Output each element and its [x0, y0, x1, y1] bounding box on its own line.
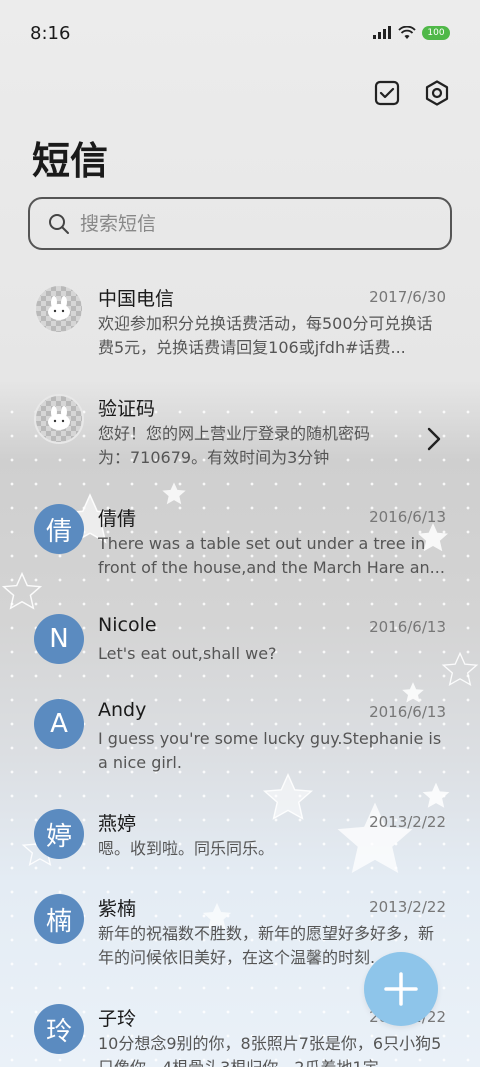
plus-icon	[384, 972, 418, 1006]
conversation-date: 2016/6/13	[369, 703, 446, 721]
conversation-item[interactable]: A Andy 2016/6/13 I guess you're some luc…	[0, 687, 480, 787]
conversation-name: Andy	[98, 699, 147, 721]
conversation-name: 倩倩	[98, 508, 137, 530]
bunny-avatar-icon	[48, 296, 70, 320]
battery-icon: 100	[422, 26, 450, 40]
conversation-date: 2013/2/22	[369, 813, 446, 831]
battery-level: 100	[427, 28, 445, 38]
conversation-preview: 欢迎参加积分兑换话费活动，每500分可兑换话费5元，兑换话费请回复106或jfd…	[98, 314, 433, 357]
avatar: 玲	[34, 1004, 84, 1054]
conversation-preview: 10分想念9别的你，8张照片7张是你，6只小狗5只像你，4根骨头3根归你，2瓜着…	[98, 1034, 442, 1067]
conversation-name: 子玲	[98, 1008, 137, 1030]
conversation-name: 紫楠	[98, 898, 137, 920]
conversation-name: 中国电信	[98, 288, 175, 310]
search-box[interactable]	[28, 197, 452, 250]
conversation-name: 燕婷	[98, 813, 137, 835]
signal-icon	[373, 26, 391, 39]
page-title: 短信	[32, 139, 109, 183]
status-time: 8:16	[30, 22, 71, 44]
conversation-item[interactable]: 中国电信 2017/6/30 欢迎参加积分兑换话费活动，每500分可兑换话费5元…	[0, 272, 480, 372]
conversation-item[interactable]: 倩 倩倩 2016/6/13 There was a table set out…	[0, 492, 480, 592]
avatar	[34, 394, 84, 444]
avatar: A	[34, 699, 84, 749]
conversation-date: 2016/6/13	[369, 618, 446, 636]
avatar: 楠	[34, 894, 84, 944]
select-checkbox-icon[interactable]	[372, 78, 402, 108]
conversation-preview: There was a table set out under a tree i…	[98, 534, 445, 577]
conversation-preview: 嗯。收到啦。同乐同乐。	[98, 839, 275, 858]
conversation-date: 2016/6/13	[369, 508, 446, 526]
conversation-preview: I guess you're some lucky guy.Stephanie …	[98, 729, 442, 772]
bunny-avatar-icon	[48, 406, 70, 430]
search-input[interactable]	[80, 212, 380, 235]
status-bar: 8:16 100	[0, 0, 480, 66]
conversation-item[interactable]: 验证码 您好！您的网上营业厅登录的随机密码为：710679。有效时间为3分钟	[0, 382, 480, 482]
search-icon	[49, 213, 69, 234]
header-actions	[372, 78, 452, 108]
settings-icon[interactable]	[422, 78, 452, 108]
avatar: N	[34, 614, 84, 664]
status-icons: 100	[372, 26, 450, 40]
chevron-right-icon[interactable]	[426, 426, 442, 452]
avatar: 倩	[34, 504, 84, 554]
conversation-preview: Let's eat out,shall we?	[98, 644, 277, 663]
conversation-name: 验证码	[98, 398, 156, 420]
conversation-name: Nicole	[98, 614, 157, 636]
conversation-date: 2017/6/30	[369, 288, 446, 306]
wifi-icon	[398, 26, 416, 39]
conversation-date: 2013/2/22	[369, 898, 446, 916]
new-message-button[interactable]	[364, 952, 438, 1026]
conversation-preview: 您好！您的网上营业厅登录的随机密码为：710679。有效时间为3分钟	[98, 424, 371, 467]
avatar: 婷	[34, 809, 84, 859]
avatar	[34, 284, 84, 334]
